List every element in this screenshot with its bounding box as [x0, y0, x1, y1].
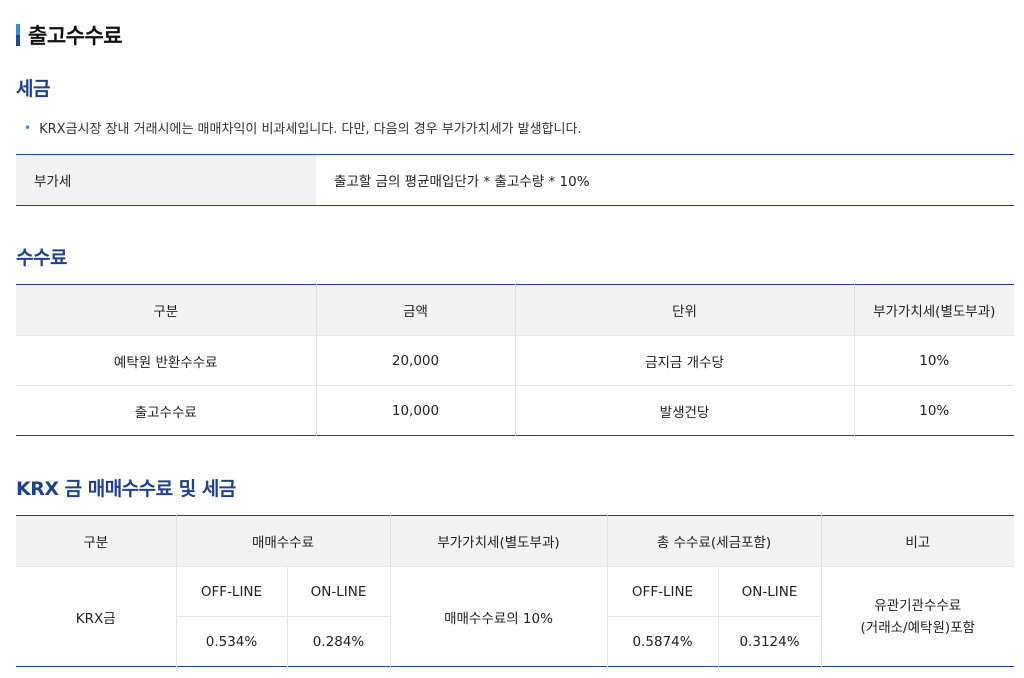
page-title-text: 출고수수료: [28, 24, 123, 48]
column-header: 매매수수료: [176, 515, 391, 567]
remarks-line: (거래소/예탁원)포함: [860, 619, 975, 636]
offline-label-cell: OFF-LINE: [176, 566, 288, 617]
fee-section-heading: 수수료: [16, 247, 67, 269]
table-cell: 금지금 개수당: [515, 335, 855, 386]
table-cell: 0.284%: [287, 616, 391, 667]
fee-table: 구분 금액 단위 부가가치세(별도부과) 예탁원 반환수수료 20,000 금지…: [16, 284, 1014, 436]
category-cell: KRX금: [16, 566, 177, 667]
table-cell: 0.3124%: [718, 616, 822, 667]
table-cell: 출고수수료: [16, 385, 317, 436]
remarks-cell: 유관기관수수료 (거래소/예탁원)포함: [821, 566, 1015, 667]
column-header: 비고: [821, 515, 1015, 567]
online-label-cell: ON-LINE: [287, 566, 391, 617]
column-header: 단위: [515, 284, 855, 336]
column-header: 부가가치세(별도부과): [854, 284, 1014, 336]
offline-label-cell: OFF-LINE: [607, 566, 719, 617]
remarks-line: 유관기관수수료: [874, 597, 962, 614]
tax-value-cell: 출고할 금의 평균매입단가 * 출고수량 * 10%: [334, 174, 590, 190]
table-header-row: 구분 금액 단위 부가가치세(별도부과): [16, 284, 1014, 336]
table-cell: 예탁원 반환수수료: [16, 335, 317, 386]
title-accent-bar: [16, 24, 20, 46]
column-header: 부가가치세(별도부과): [390, 515, 608, 567]
online-label-cell: ON-LINE: [718, 566, 822, 617]
tax-note-text: KRX금시장 장내 거래시에는 매매차익이 비과세입니다. 다만, 다음의 경우…: [39, 122, 582, 137]
table-cell: 0.534%: [176, 616, 288, 667]
tax-note: • KRX금시장 장내 거래시에는 매매차익이 비과세입니다. 다만, 다음의 …: [24, 118, 582, 138]
bullet-icon: •: [24, 120, 32, 135]
vat-cell: 매매수수료의 10%: [390, 566, 608, 667]
table-cell: 20,000: [316, 335, 516, 386]
column-header: 금액: [316, 284, 516, 336]
table-cell: 10%: [854, 385, 1014, 436]
table-row: 출고수수료 10,000 발생건당 10%: [16, 385, 1014, 436]
table-cell: 발생건당: [515, 385, 855, 436]
table-cell: 10,000: [316, 385, 516, 436]
krx-fee-table: 구분 매매수수료 부가가치세(별도부과) 총 수수료(세금포함) 비고 KRX금…: [16, 515, 1015, 667]
tax-section-heading: 세금: [16, 78, 50, 100]
table-cell: 10%: [854, 335, 1014, 386]
table-cell: 0.5874%: [607, 616, 719, 667]
table-row: KRX금 OFF-LINE ON-LINE 매매수수료의 10% OFF-LIN…: [16, 566, 1015, 667]
column-header: 총 수수료(세금포함): [607, 515, 822, 567]
table-row: 부가세 출고할 금의 평균매입단가 * 출고수량 * 10%: [16, 154, 1014, 206]
table-header-row: 구분 매매수수료 부가가치세(별도부과) 총 수수료(세금포함) 비고: [16, 515, 1015, 567]
tax-table: 부가세 출고할 금의 평균매입단가 * 출고수량 * 10%: [16, 154, 1014, 206]
tax-label-cell: 부가세: [16, 154, 316, 206]
table-row: 예탁원 반환수수료 20,000 금지금 개수당 10%: [16, 335, 1014, 386]
column-header: 구분: [16, 515, 177, 567]
krx-section-heading: KRX 금 매매수수료 및 세금: [16, 478, 236, 500]
page-title: 출고수수료: [16, 20, 123, 50]
column-header: 구분: [16, 284, 317, 336]
